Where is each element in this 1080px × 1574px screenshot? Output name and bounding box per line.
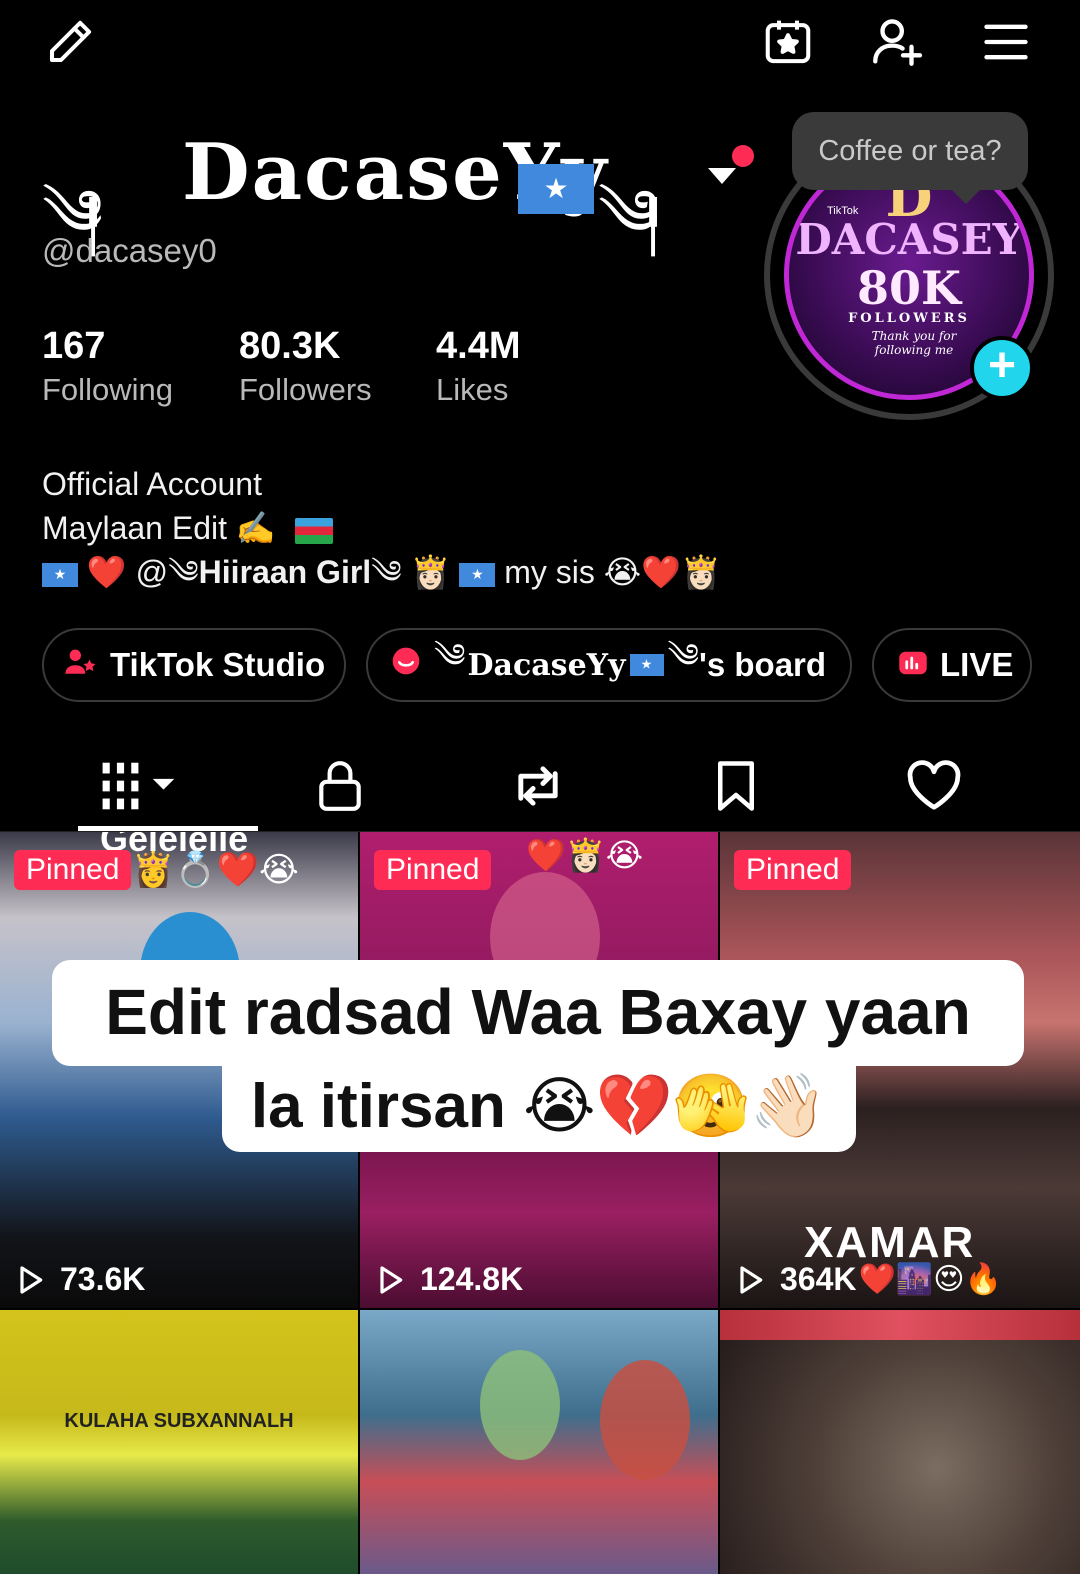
ornament-icon: ༄ — [371, 553, 402, 591]
emoji-icon: ❤️🌆😍🔥 — [858, 1263, 1002, 1296]
thumbnail-text: KULAHA SUBXANNALH — [64, 1410, 294, 1432]
caption-overlay-line1: Edit radsad Waa Baxay yaan — [52, 960, 1024, 1066]
bookmark-icon — [718, 761, 754, 811]
add-story-button[interactable]: + — [970, 336, 1034, 400]
pinned-badge: Pinned — [14, 850, 132, 890]
stat-value: 80.3K — [239, 325, 341, 367]
board-name: DacaseYy — [467, 647, 626, 683]
view-count: 124.8K — [374, 1261, 523, 1298]
ornament-stem-icon: ╿ — [638, 198, 669, 256]
bio: Official Account Maylaan Edit ✍️ ❤️ @༄Hi… — [42, 462, 721, 594]
thumbnail-figure — [480, 1350, 560, 1460]
add-user-icon[interactable] — [866, 12, 928, 72]
video-thumbnail[interactable]: KULAHA SUBXANNALH — [0, 1310, 358, 1574]
live-button[interactable]: LIVE — [872, 628, 1032, 702]
stat-label: Likes — [436, 371, 509, 407]
bio-text: my sis 😭❤️👸🏻 — [504, 554, 721, 590]
studio-icon — [64, 646, 98, 684]
somalia-flag-icon — [629, 654, 664, 676]
heart-icon: ❤️ — [86, 554, 127, 590]
video-thumbnail[interactable] — [360, 1310, 718, 1574]
profile-tabs — [0, 740, 1080, 832]
play-icon — [20, 1265, 43, 1294]
board-suffix: 's board — [699, 646, 827, 683]
lock-icon — [319, 761, 361, 811]
grid-icon — [102, 762, 175, 810]
stat-value: 4.4M — [436, 325, 521, 367]
pill-label: LIVE — [940, 646, 1014, 683]
thumbnail-figure — [600, 1360, 690, 1480]
avatar-count: 80K — [857, 261, 961, 315]
view-count-text: 73.6K — [60, 1261, 146, 1297]
stat-label: Followers — [239, 371, 372, 407]
avatar-followers-label: FOLLOWERS — [848, 311, 970, 326]
tiktok-studio-button[interactable]: TikTok Studio — [42, 628, 346, 702]
view-count-text: 364K — [780, 1261, 857, 1297]
stat-value: 167 — [42, 325, 106, 367]
play-icon — [380, 1265, 403, 1294]
profile-stats: 167 Following 80.3K Followers 4.4M Likes — [42, 325, 642, 416]
bio-line: Official Account — [42, 466, 262, 502]
azerbaijan-flag-icon — [294, 517, 333, 544]
board-icon — [390, 645, 422, 685]
display-name[interactable]: ༄ ╿ DacaseYy ༄ ╿ — [42, 112, 762, 257]
tooltip-bubble[interactable]: Coffee or tea? — [792, 112, 1028, 204]
pencil-icon[interactable] — [40, 12, 100, 72]
calendar-star-icon[interactable] — [758, 12, 818, 72]
stat-likes[interactable]: 4.4M Likes — [436, 325, 521, 408]
video-thumbnail[interactable] — [720, 1310, 1080, 1574]
somalia-flag-icon — [42, 562, 78, 587]
liked-tab[interactable] — [874, 750, 994, 822]
active-tab-indicator — [78, 826, 258, 831]
private-tab[interactable] — [280, 750, 400, 822]
thumbnail-banner — [720, 1310, 1080, 1340]
stat-followers[interactable]: 80.3K Followers — [239, 325, 372, 408]
caption-overlay-line2: la itirsan 😭💔🫣👋🏻 — [222, 1064, 856, 1152]
video-grid: Gelelelle Pinned 👸💍❤️😭 73.6K Pinned ❤️👸🏻… — [0, 832, 1080, 1574]
pinned-badge: Pinned — [374, 850, 492, 890]
reposts-tab[interactable] — [478, 750, 598, 822]
mention-link[interactable]: Hiiraan Girl — [199, 554, 372, 590]
view-count: 364K ❤️🌆😍🔥 — [734, 1261, 1002, 1298]
videos-tab[interactable] — [82, 750, 202, 822]
top-bar — [0, 0, 1080, 90]
emoji-icon: 👸💍❤️😭 — [132, 851, 299, 889]
bio-line: ❤️ @༄Hiiraan Girl༄ 👸🏻 my sis 😭❤️👸🏻 — [42, 550, 721, 594]
play-icon — [740, 1265, 763, 1294]
ornament-icon: ༄ — [434, 635, 466, 675]
stat-label: Following — [42, 371, 173, 407]
heart-outline-icon — [907, 760, 961, 810]
mention-prefix: @ — [135, 554, 169, 590]
chevron-down-icon[interactable] — [708, 168, 736, 184]
repost-icon — [518, 766, 558, 806]
view-count-text: 124.8K — [420, 1261, 524, 1297]
avatar-thanks: Thank you for following me — [871, 329, 957, 357]
notification-dot — [732, 145, 754, 167]
bio-line: Maylaan Edit ✍️ — [42, 506, 721, 550]
avatar-title: DACASEY — [795, 215, 1023, 264]
pinned-badge: Pinned — [734, 850, 852, 890]
board-button[interactable]: ༄ DacaseYy ༄ 's board — [366, 628, 852, 702]
live-icon — [898, 646, 928, 684]
emoji-icon: ❤️👸🏻😭 — [526, 837, 644, 873]
pill-label: TikTok Studio — [110, 646, 326, 683]
somalia-flag-icon — [459, 562, 496, 587]
bio-text: Maylaan Edit ✍️ — [42, 510, 276, 546]
menu-icon[interactable] — [976, 12, 1036, 72]
favorites-tab[interactable] — [676, 750, 796, 822]
crown-emoji-icon: 👸🏻 — [410, 554, 451, 590]
somalia-flag-icon — [518, 164, 594, 214]
ornament-icon: ༄ — [667, 635, 700, 675]
view-count: 73.6K — [14, 1261, 145, 1298]
username: @dacasey0 — [42, 232, 217, 269]
ornament-icon: ༄ — [168, 553, 199, 591]
stat-following[interactable]: 167 Following — [42, 325, 173, 408]
